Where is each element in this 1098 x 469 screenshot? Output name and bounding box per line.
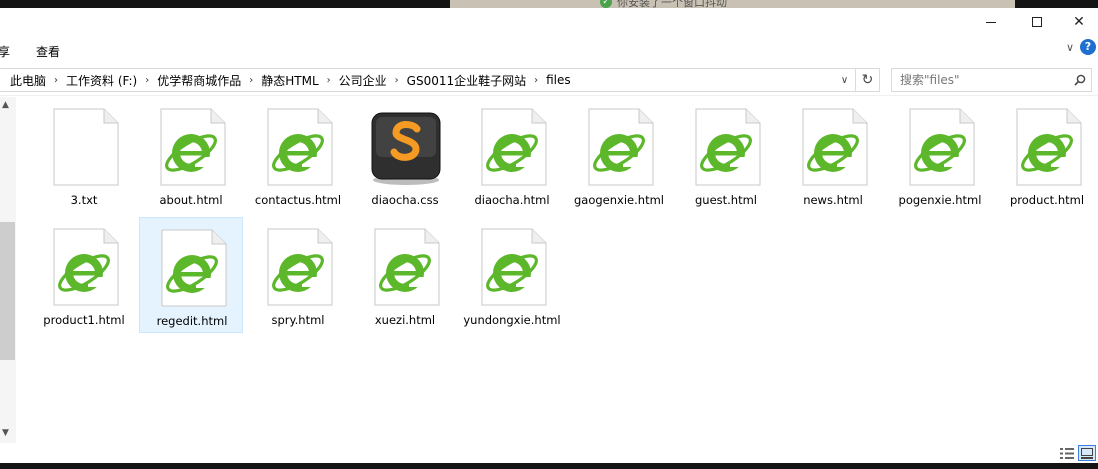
chevron-right-icon[interactable]: › <box>391 75 403 86</box>
refresh-button[interactable]: ↻ <box>855 69 879 91</box>
html-file-icon <box>369 227 443 307</box>
scroll-up-icon[interactable]: ▲ <box>2 100 9 110</box>
html-file-icon <box>476 227 550 307</box>
file-item[interactable]: spry.html <box>246 217 350 333</box>
close-button[interactable]: ✕ <box>1060 8 1098 36</box>
address-history-dropdown[interactable]: ∨ <box>833 69 855 91</box>
file-item[interactable]: 3.txt <box>32 97 136 213</box>
html-file-icon <box>904 107 978 187</box>
large-icons-view-icon <box>1081 447 1093 459</box>
crumb-drive[interactable]: 工作资料 (F:) <box>62 72 141 89</box>
html-file-icon <box>155 107 229 187</box>
chevron-right-icon[interactable]: › <box>50 75 62 86</box>
check-icon: ✓ <box>600 0 612 8</box>
tab-view[interactable]: 查看 <box>36 43 60 60</box>
crumb-folder-1[interactable]: 优学帮商城作品 <box>153 72 245 89</box>
file-item[interactable]: news.html <box>781 97 885 213</box>
html-file-icon <box>583 107 657 187</box>
file-name: contactus.html <box>254 193 342 207</box>
file-item[interactable]: about.html <box>139 97 243 213</box>
file-item[interactable]: diaocha.html <box>460 97 564 213</box>
search-input[interactable] <box>900 73 1069 87</box>
chevron-down-icon[interactable]: ∨ <box>1066 41 1074 54</box>
crumb-folder-4[interactable]: GS0011企业鞋子网站 <box>403 72 530 89</box>
status-bar <box>0 443 1098 463</box>
file-name: diaocha.html <box>474 193 550 207</box>
minimize-icon <box>986 21 996 23</box>
scrollbar-thumb[interactable] <box>0 222 15 360</box>
html-file-icon <box>262 227 336 307</box>
file-name: gaogenxie.html <box>574 193 664 207</box>
html-file-icon <box>690 107 764 187</box>
details-view-button[interactable] <box>1058 445 1076 461</box>
html-file-icon <box>48 227 122 307</box>
close-icon: ✕ <box>1073 14 1085 30</box>
tab-share[interactable]: 享 <box>0 43 10 60</box>
search-box[interactable] <box>891 68 1092 92</box>
html-file-icon <box>1011 107 1085 187</box>
html-file-icon <box>156 228 230 308</box>
search-icon[interactable] <box>1069 74 1091 86</box>
chevron-right-icon[interactable]: › <box>141 75 153 86</box>
chevron-right-icon[interactable]: › <box>245 75 257 86</box>
file-list: 3.txt about.html contactus.html diaocha.css… <box>16 97 1098 443</box>
chevron-down-icon: ∨ <box>840 74 849 86</box>
address-bar[interactable]: 此电脑 › 工作资料 (F:) › 优学帮商城作品 › 静态HTML › 公司企… <box>0 68 880 92</box>
file-item[interactable]: contactus.html <box>246 97 350 213</box>
html-file-icon <box>262 107 336 187</box>
file-name: news.html <box>803 193 863 207</box>
title-bar <box>0 8 1098 36</box>
file-item[interactable]: guest.html <box>674 97 778 213</box>
file-item[interactable]: diaocha.css <box>353 97 457 213</box>
address-row: 此电脑 › 工作资料 (F:) › 优学帮商城作品 › 静态HTML › 公司企… <box>0 66 1098 96</box>
file-item[interactable]: product.html <box>995 97 1098 213</box>
crumb-current[interactable]: files <box>542 73 575 87</box>
top-strip <box>0 0 1098 8</box>
file-name: yundongxie.html <box>463 313 561 327</box>
file-item[interactable]: regedit.html <box>139 217 243 333</box>
chevron-right-icon[interactable]: › <box>323 75 335 86</box>
file-name: product1.html <box>43 313 125 327</box>
file-item[interactable]: pogenxie.html <box>888 97 992 213</box>
file-name: guest.html <box>694 193 757 207</box>
minimize-button[interactable] <box>968 8 1014 36</box>
file-item[interactable]: yundongxie.html <box>460 217 564 333</box>
html-file-icon <box>797 107 871 187</box>
css-file-icon <box>369 107 443 187</box>
text-file-icon <box>48 107 122 187</box>
html-file-icon <box>476 107 550 187</box>
maximize-icon <box>1032 17 1042 27</box>
file-name: regedit.html <box>156 314 228 328</box>
maximize-button[interactable] <box>1014 8 1060 36</box>
breadcrumb: 此电脑 › 工作资料 (F:) › 优学帮商城作品 › 静态HTML › 公司企… <box>0 72 833 89</box>
file-name: about.html <box>159 193 223 207</box>
file-name: product.html <box>1009 193 1085 207</box>
file-item[interactable]: gaogenxie.html <box>567 97 671 213</box>
chevron-right-icon[interactable]: › <box>530 75 542 86</box>
crumb-folder-2[interactable]: 静态HTML <box>257 72 322 89</box>
file-name: spry.html <box>271 313 325 327</box>
file-name: pogenxie.html <box>898 193 982 207</box>
ribbon: 享 查看 ∨ ? <box>0 36 1098 64</box>
scroll-down-icon[interactable]: ▼ <box>2 428 9 438</box>
large-icons-view-button[interactable] <box>1078 445 1096 461</box>
crumb-folder-3[interactable]: 公司企业 <box>335 72 391 89</box>
file-name: diaocha.css <box>371 193 439 207</box>
file-item[interactable]: product1.html <box>32 217 136 333</box>
help-icon[interactable]: ? <box>1080 39 1096 55</box>
file-item[interactable]: xuezi.html <box>353 217 457 333</box>
crumb-this-pc[interactable]: 此电脑 <box>6 72 50 89</box>
notification-toast: ✓ 你安装了一个窗口抖动 <box>600 0 727 9</box>
details-view-icon <box>1060 447 1074 459</box>
file-name: 3.txt <box>70 193 98 207</box>
refresh-icon: ↻ <box>861 72 874 88</box>
file-name: xuezi.html <box>374 313 436 327</box>
bottom-strip <box>0 463 1098 469</box>
